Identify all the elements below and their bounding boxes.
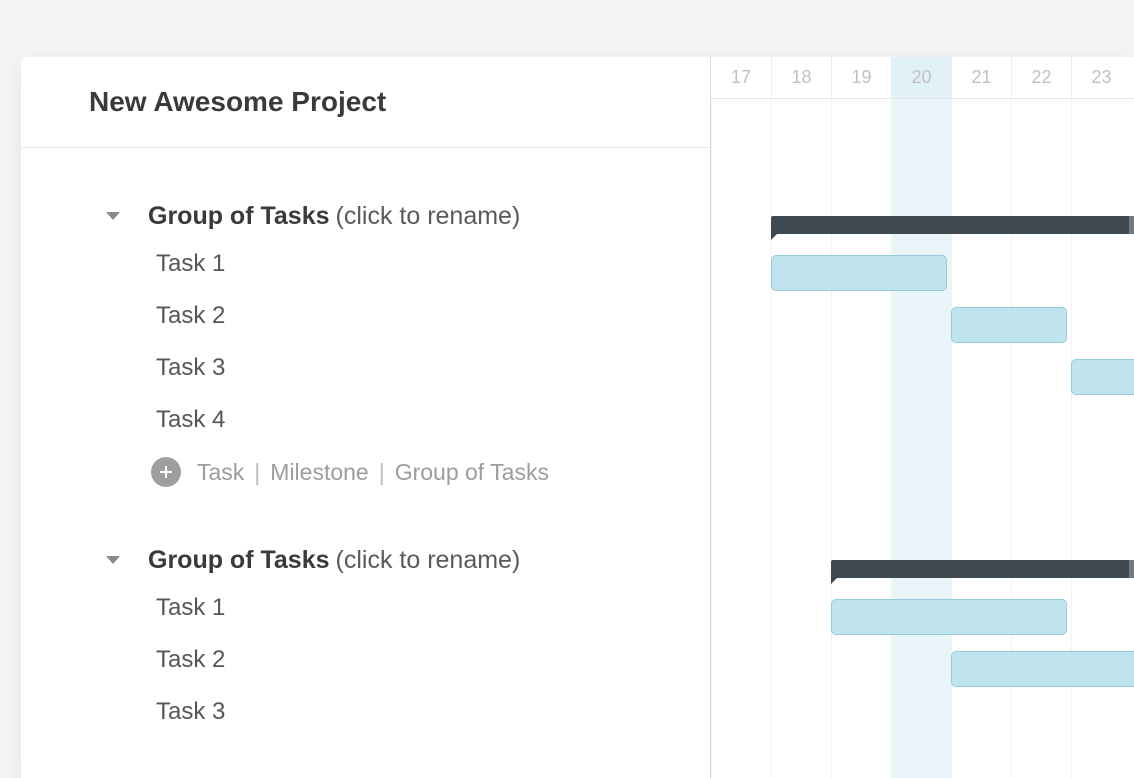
task-timeline-bar[interactable] (831, 599, 1067, 635)
timeline-bars (711, 99, 1134, 778)
task-name[interactable]: Task 1 (156, 250, 225, 278)
date-cell[interactable]: 21 (951, 57, 1011, 98)
task-area: Group of Tasks (click to rename) Task 1 Ta… (21, 148, 710, 778)
task-row[interactable]: Task 3 (21, 342, 710, 394)
task-name[interactable]: Task 2 (156, 302, 225, 330)
project-title[interactable]: New Awesome Project (89, 86, 386, 118)
add-item-row: Task | Milestone | Group of Tasks (21, 446, 710, 498)
task-list-pane: New Awesome Project Group of Tasks (clic… (21, 57, 711, 778)
date-header: 17181920212223 (711, 57, 1134, 99)
task-row[interactable]: Task 2 (21, 290, 710, 342)
app-window: New Awesome Project Group of Tasks (clic… (21, 57, 1134, 778)
group-header[interactable]: Group of Tasks (click to rename) (21, 194, 710, 238)
group-header[interactable]: Group of Tasks (click to rename) (21, 538, 710, 582)
task-timeline-bar[interactable] (951, 307, 1067, 343)
plus-icon[interactable] (151, 457, 181, 487)
project-header: New Awesome Project (21, 57, 710, 148)
task-timeline-bar[interactable] (771, 255, 947, 291)
group-timeline-bar[interactable] (771, 216, 1134, 234)
date-cell[interactable]: 20 (891, 57, 951, 98)
separator: | (379, 459, 385, 486)
group-timeline-bar[interactable] (831, 560, 1134, 578)
timeline-pane[interactable]: 17181920212223 (711, 57, 1134, 778)
add-milestone-link[interactable]: Milestone (270, 459, 368, 486)
date-cell[interactable]: 18 (771, 57, 831, 98)
group-name[interactable]: Group of Tasks (148, 202, 330, 231)
add-group-link[interactable]: Group of Tasks (395, 459, 549, 486)
task-row[interactable]: Task 4 (21, 394, 710, 446)
date-cell[interactable]: 22 (1011, 57, 1071, 98)
task-timeline-bar[interactable] (951, 651, 1134, 687)
date-cell[interactable]: 19 (831, 57, 891, 98)
task-row[interactable]: Task 2 (21, 634, 710, 686)
add-task-link[interactable]: Task (197, 459, 244, 486)
group-name[interactable]: Group of Tasks (148, 546, 330, 575)
date-cell[interactable]: 17 (711, 57, 771, 98)
task-name[interactable]: Task 1 (156, 594, 225, 622)
chevron-down-icon[interactable] (106, 212, 120, 220)
task-name[interactable]: Task 3 (156, 698, 225, 726)
task-timeline-bar[interactable] (1071, 359, 1134, 395)
task-name[interactable]: Task 3 (156, 354, 225, 382)
task-row[interactable]: Task 1 (21, 238, 710, 290)
date-cell[interactable]: 23 (1071, 57, 1131, 98)
chevron-down-icon[interactable] (106, 556, 120, 564)
separator: | (254, 459, 260, 486)
task-name[interactable]: Task 2 (156, 646, 225, 674)
task-name[interactable]: Task 4 (156, 406, 225, 434)
task-row[interactable]: Task 3 (21, 686, 710, 738)
group-rename-hint: (click to rename) (336, 202, 521, 231)
group-rename-hint: (click to rename) (336, 546, 521, 575)
task-row[interactable]: Task 1 (21, 582, 710, 634)
